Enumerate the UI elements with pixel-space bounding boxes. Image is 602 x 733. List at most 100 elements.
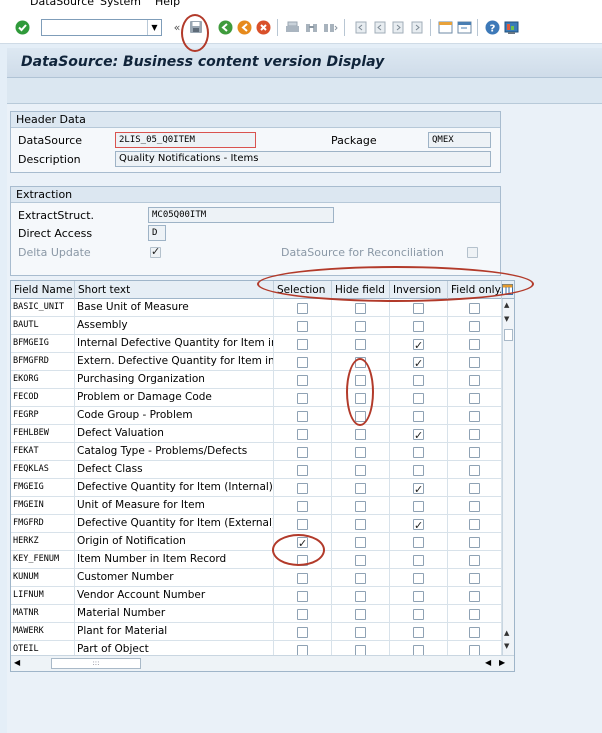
checkbox[interactable] bbox=[355, 644, 366, 656]
checkbox[interactable] bbox=[469, 590, 480, 602]
find-next-icon[interactable] bbox=[322, 19, 338, 35]
checkbox[interactable] bbox=[413, 481, 424, 497]
checkbox[interactable] bbox=[355, 590, 366, 602]
table-row[interactable]: EKORG Purchasing Organization bbox=[11, 371, 502, 389]
column-header-short-text[interactable]: Short text bbox=[75, 281, 274, 299]
checkbox[interactable] bbox=[469, 626, 480, 638]
checkbox[interactable] bbox=[297, 302, 308, 314]
prev-page-icon[interactable] bbox=[371, 19, 387, 35]
checkbox[interactable] bbox=[355, 464, 366, 476]
checkbox[interactable] bbox=[297, 410, 308, 422]
chevron-down-icon[interactable]: ▼ bbox=[147, 20, 161, 35]
checkbox[interactable] bbox=[413, 446, 424, 458]
enter-icon[interactable] bbox=[14, 19, 30, 35]
table-row[interactable]: BFMGEIG Internal Defective Quantity for I… bbox=[11, 335, 502, 353]
checkbox[interactable] bbox=[469, 338, 480, 350]
table-row[interactable]: KUNUM Customer Number bbox=[11, 569, 502, 587]
checkbox[interactable] bbox=[413, 464, 424, 476]
checkbox[interactable] bbox=[413, 536, 424, 548]
extract-struct-field[interactable]: MC05Q00ITM bbox=[148, 207, 334, 223]
checkbox[interactable] bbox=[413, 608, 424, 620]
table-row[interactable]: BASIC_UNIT Base Unit of Measure bbox=[11, 299, 502, 317]
table-row[interactable]: LIFNUM Vendor Account Number bbox=[11, 587, 502, 605]
checkbox[interactable] bbox=[469, 518, 480, 530]
next-page-icon[interactable] bbox=[390, 19, 406, 35]
checkbox[interactable] bbox=[469, 410, 480, 422]
checkbox[interactable] bbox=[469, 608, 480, 620]
checkbox[interactable] bbox=[355, 320, 366, 332]
checkbox[interactable] bbox=[413, 337, 424, 353]
checkbox[interactable] bbox=[469, 554, 480, 566]
checkbox[interactable] bbox=[469, 302, 480, 314]
scroll-up-icon[interactable]: ▲ bbox=[504, 301, 509, 309]
checkbox[interactable] bbox=[413, 590, 424, 602]
checkbox[interactable] bbox=[297, 626, 308, 638]
checkbox[interactable] bbox=[355, 518, 366, 530]
checkbox[interactable] bbox=[297, 500, 308, 512]
checkbox[interactable] bbox=[469, 464, 480, 476]
exit-icon[interactable] bbox=[236, 19, 252, 35]
menu-system[interactable]: System bbox=[100, 0, 141, 8]
checkbox[interactable] bbox=[469, 446, 480, 458]
checkbox[interactable] bbox=[469, 536, 480, 548]
table-row[interactable]: FECOD Problem or Damage Code bbox=[11, 389, 502, 407]
first-page-icon[interactable] bbox=[352, 19, 368, 35]
checkbox[interactable] bbox=[469, 428, 480, 440]
checkbox[interactable] bbox=[355, 500, 366, 512]
table-row[interactable]: BAUTL Assembly bbox=[11, 317, 502, 335]
scroll-right-icon[interactable]: ▶ bbox=[499, 658, 505, 667]
menu-help[interactable]: Help bbox=[155, 0, 180, 8]
find-icon[interactable] bbox=[303, 19, 319, 35]
customize-layout-icon[interactable] bbox=[503, 19, 519, 35]
checkbox[interactable] bbox=[150, 245, 161, 258]
checkbox[interactable] bbox=[355, 446, 366, 458]
checkbox[interactable] bbox=[297, 446, 308, 458]
checkbox[interactable] bbox=[297, 608, 308, 620]
shortcut-icon[interactable] bbox=[456, 19, 472, 35]
checkbox[interactable] bbox=[413, 626, 424, 638]
checkbox[interactable] bbox=[297, 518, 308, 530]
checkbox[interactable] bbox=[355, 428, 366, 440]
checkbox[interactable] bbox=[469, 356, 480, 368]
checkbox[interactable] bbox=[413, 644, 424, 656]
scroll-up-icon[interactable]: ▲ bbox=[504, 629, 509, 637]
checkbox[interactable] bbox=[469, 644, 480, 656]
table-row[interactable]: HERKZ Origin of Notification bbox=[11, 533, 502, 551]
column-header-field-name[interactable]: Field Name bbox=[11, 281, 75, 299]
menu-datasource[interactable]: DataSource bbox=[30, 0, 94, 8]
checkbox[interactable] bbox=[355, 536, 366, 548]
table-row[interactable]: MAWERK Plant for Material bbox=[11, 623, 502, 641]
checkbox[interactable] bbox=[467, 246, 478, 258]
package-field[interactable]: QMEX bbox=[428, 132, 491, 148]
scroll-left-icon[interactable]: ◀ bbox=[14, 658, 20, 667]
checkbox[interactable] bbox=[355, 608, 366, 620]
back-icon[interactable] bbox=[217, 19, 233, 35]
checkbox[interactable] bbox=[413, 554, 424, 566]
table-row[interactable]: FEHLBEW Defect Valuation bbox=[11, 425, 502, 443]
table-row[interactable]: FEGRP Code Group - Problem bbox=[11, 407, 502, 425]
checkbox[interactable] bbox=[297, 428, 308, 440]
checkbox[interactable] bbox=[469, 572, 480, 584]
checkbox[interactable] bbox=[355, 554, 366, 566]
scroll-thumb[interactable] bbox=[504, 329, 513, 341]
checkbox[interactable] bbox=[297, 338, 308, 350]
table-row[interactable]: KEY_FENUM Item Number in Item Record bbox=[11, 551, 502, 569]
checkbox[interactable] bbox=[413, 572, 424, 584]
table-row[interactable]: MATNR Material Number bbox=[11, 605, 502, 623]
checkbox[interactable] bbox=[413, 410, 424, 422]
help-icon[interactable]: ? bbox=[484, 19, 500, 35]
description-field[interactable]: Quality Notifications - Items bbox=[115, 151, 491, 167]
checkbox[interactable] bbox=[297, 392, 308, 404]
command-field[interactable]: ▼ bbox=[41, 19, 162, 36]
checkbox[interactable] bbox=[413, 302, 424, 314]
checkbox[interactable] bbox=[413, 500, 424, 512]
vertical-scrollbar[interactable]: ▲ ▼ ▲ ▼ bbox=[502, 299, 514, 655]
checkbox[interactable] bbox=[297, 590, 308, 602]
checkbox[interactable] bbox=[297, 644, 308, 656]
checkbox[interactable] bbox=[469, 392, 480, 404]
new-session-icon[interactable] bbox=[437, 19, 453, 35]
checkbox[interactable] bbox=[469, 482, 480, 494]
checkbox[interactable] bbox=[469, 374, 480, 386]
table-row[interactable]: FMGEIN Unit of Measure for Item bbox=[11, 497, 502, 515]
print-icon[interactable] bbox=[284, 19, 300, 35]
